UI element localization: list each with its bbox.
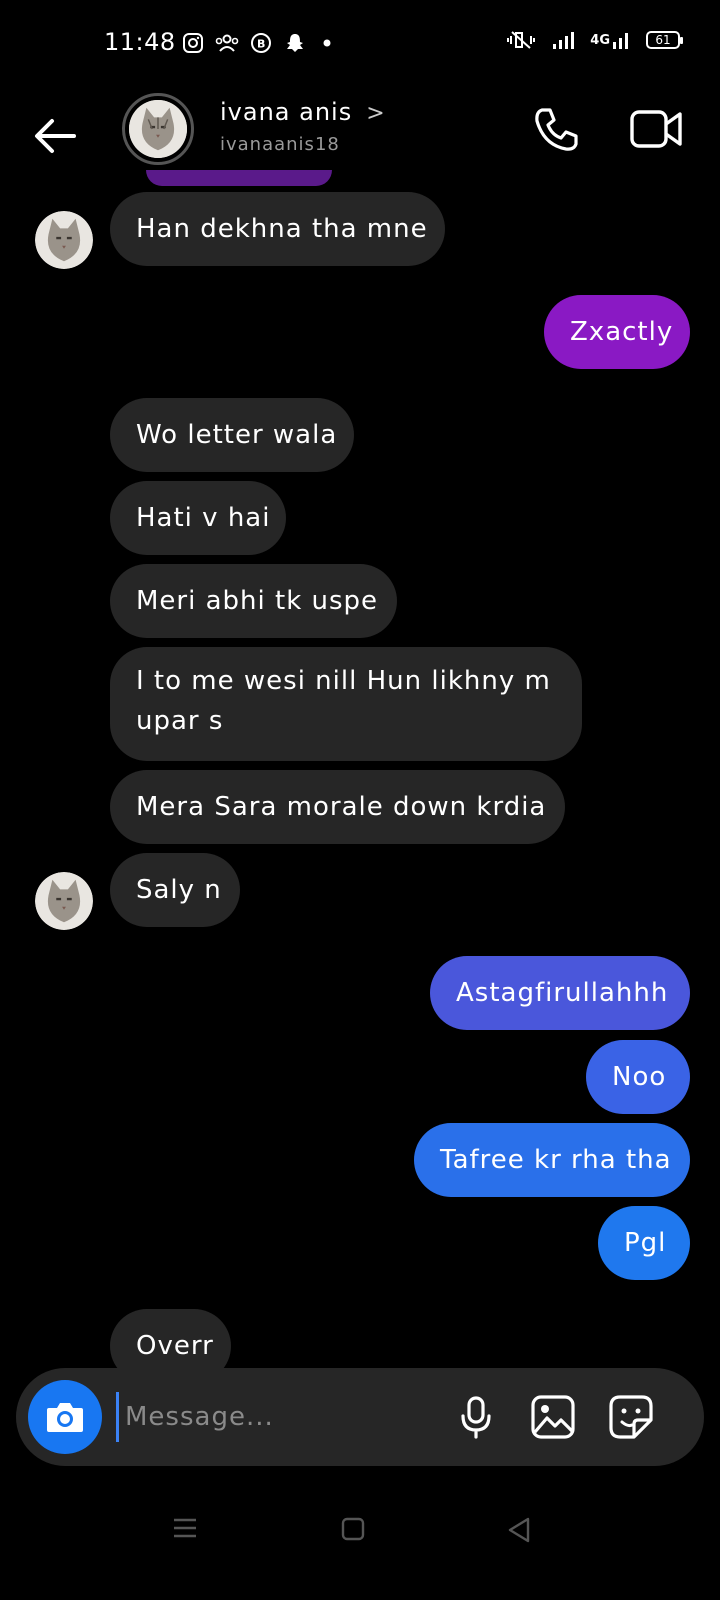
sender-avatar[interactable] [35,872,93,930]
message-bubble-outgoing[interactable]: Astagfirullahhh [430,956,690,1030]
network-type: 4G [590,31,630,49]
cat-avatar-icon [129,100,187,158]
gallery-icon[interactable] [530,1394,576,1440]
message-bubble-outgoing[interactable]: Tafree kr rha tha [414,1123,690,1197]
message-bubble-incoming[interactable]: I to me wesi nill Hun likhny m upar s [110,647,582,761]
contact-avatar[interactable] [122,93,194,165]
business-icon: B [251,33,271,53]
svg-text:B: B [257,38,265,51]
back-arrow-icon[interactable] [30,110,82,162]
message-input[interactable] [116,1392,436,1442]
group-icon [215,34,239,52]
message-bubble-outgoing[interactable]: Zxactly [544,295,690,369]
contact-handle: ivanaanis18 [220,134,340,155]
status-time: 11:48 [104,28,176,56]
snapchat-icon [287,34,303,52]
camera-button[interactable] [28,1380,102,1454]
sticker-icon[interactable] [608,1394,654,1440]
message-composer [16,1368,704,1466]
dot-icon [323,39,331,47]
message-bubble-incoming[interactable]: Meri abhi tk uspe [110,564,397,638]
battery-icon: 61 [646,31,683,49]
home-icon[interactable] [340,1516,366,1542]
message-bubble-outgoing[interactable]: Noo [586,1040,690,1114]
back-nav-icon[interactable] [506,1516,532,1544]
signal-icon [553,32,575,49]
previous-bubble-edge [146,170,332,186]
chat-header: ivana anis > ivanaanis18 [0,88,720,184]
chevron-right-icon: > [366,101,386,126]
phone-call-icon[interactable] [530,104,580,154]
contact-name[interactable]: ivana anis > [220,98,386,126]
message-bubble-incoming[interactable]: Saly n [110,853,240,927]
microphone-icon[interactable] [453,1394,499,1440]
cat-avatar-icon [35,211,93,269]
message-bubble-incoming[interactable]: Hati v hai [110,481,286,555]
message-bubble-incoming[interactable]: Mera Sara morale down krdia [110,770,565,844]
vibrate-mute-icon [507,31,536,49]
cat-avatar-icon [35,872,93,930]
message-bubble-incoming[interactable]: Wo letter wala [110,398,354,472]
camera-icon [47,1403,83,1432]
system-nav-bar [0,1480,720,1600]
menu-icon[interactable] [172,1516,198,1540]
video-call-icon[interactable] [630,106,682,152]
status-bar: 11:48 B 4G 61 [0,0,720,88]
message-bubble-outgoing[interactable]: Pgl [598,1206,690,1280]
sender-avatar[interactable] [35,211,93,269]
signal-4g-icon [613,33,628,49]
status-right: 4G 61 [506,30,683,50]
instagram-icon [183,33,203,53]
message-bubble-incoming[interactable]: Han dekhna tha mne [110,192,445,266]
